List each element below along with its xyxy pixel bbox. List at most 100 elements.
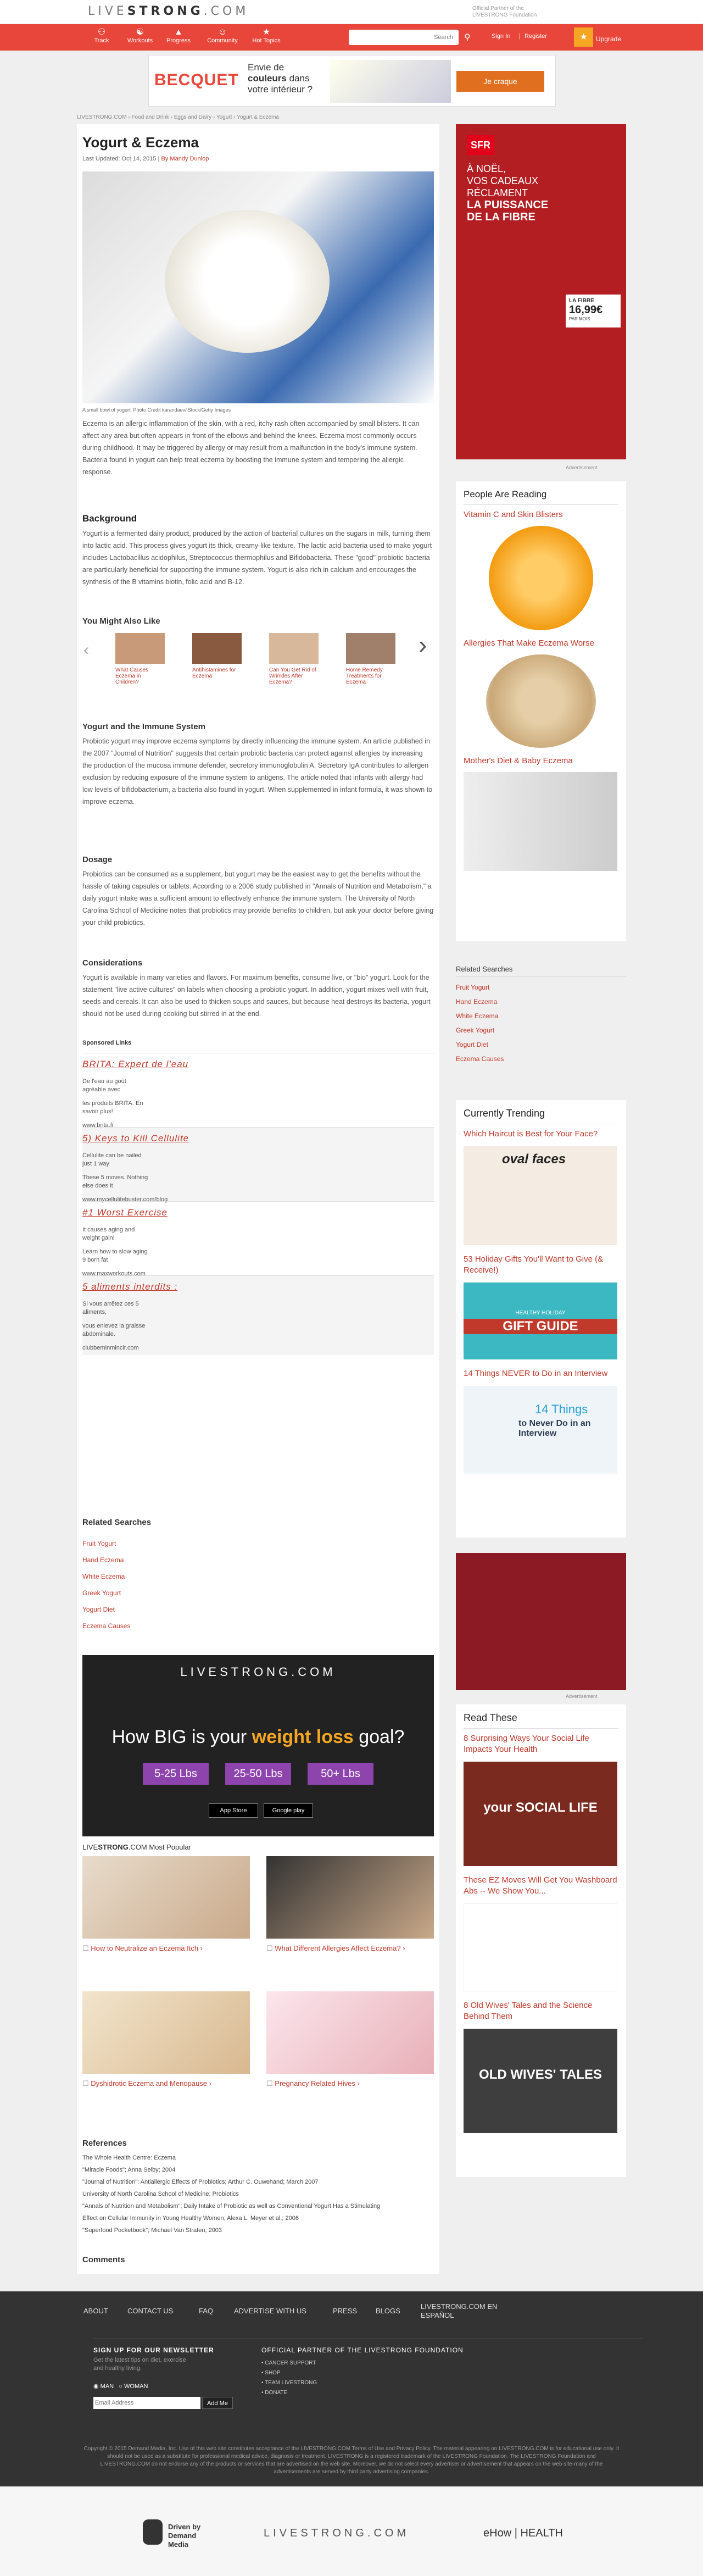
sponsored-ad[interactable]: BRITA: Expert de l'eau De l'eau au goût … xyxy=(82,1053,434,1129)
ehow-logo[interactable]: eHow | HEALTH xyxy=(483,2527,563,2540)
milk-image[interactable] xyxy=(464,772,617,871)
reading-link[interactable]: Mother's Diet & Baby Eczema xyxy=(464,756,618,767)
nav-workouts[interactable]: ☯ Workouts xyxy=(121,27,159,44)
promo-option[interactable]: 5-25 Lbs xyxy=(143,1763,209,1785)
carousel-image[interactable] xyxy=(192,633,242,664)
ad-title[interactable]: 5 aliments interdits : xyxy=(82,1281,434,1292)
trending-link[interactable]: 53 Holiday Gifts You'll Want to Give (& … xyxy=(464,1254,618,1276)
livestrong-footer-logo[interactable]: LIVESTRONG.COM xyxy=(264,2527,409,2540)
chevron-right-icon[interactable]: › xyxy=(419,630,427,659)
carousel-link[interactable]: Home Remedy Treatments for Eczema xyxy=(346,667,395,685)
popular-image[interactable] xyxy=(82,1991,250,2074)
breadcrumb-item[interactable]: LIVESTRONG.COM xyxy=(77,114,127,120)
foundation-link[interactable]: • DONATE xyxy=(261,2388,317,2398)
sponsored-ad[interactable]: 5) Keys to Kill Cellulite Cellulite can … xyxy=(82,1127,434,1203)
footer-link[interactable]: LIVESTRONG.COM EN ESPAÑOL xyxy=(421,2302,514,2320)
ad-title[interactable]: BRITA: Expert de l'eau xyxy=(82,1059,434,1070)
email-field[interactable] xyxy=(93,2397,200,2409)
footer-link[interactable]: ABOUT xyxy=(83,2307,108,2315)
related-search-link[interactable]: Fruit Yogurt xyxy=(456,980,626,995)
breadcrumb-item[interactable]: Yogurt xyxy=(216,114,232,120)
carousel-image[interactable] xyxy=(115,633,165,664)
read-link[interactable]: These EZ Moves Will Get You Washboard Ab… xyxy=(464,1875,618,1897)
promo-option[interactable]: 50+ Lbs xyxy=(308,1763,373,1785)
sidebar-ad-sfr[interactable]: SFR À NOËL, VOS CADEAUX RÉCLAMENT LA PUISSA… xyxy=(456,124,626,459)
gender-radio[interactable]: ◉ MAN ○ WOMAN xyxy=(93,2383,148,2390)
foundation-link[interactable]: • CANCER SUPPORT xyxy=(261,2358,317,2368)
register-link[interactable]: Register xyxy=(525,33,547,40)
interview-image[interactable]: 14 Things to Never Do in an Interview xyxy=(464,1386,617,1474)
footer-link[interactable]: ADVERTISE WITH US xyxy=(234,2307,306,2315)
popular-image[interactable] xyxy=(266,1856,434,1939)
footer-link[interactable]: FAQ xyxy=(199,2307,213,2315)
sidebar-ad-pattern[interactable] xyxy=(456,1553,626,1690)
related-search-link[interactable]: Greek Yogurt xyxy=(82,1585,434,1601)
related-search-link[interactable]: Yogurt Diet xyxy=(456,1037,626,1052)
sponsored-ad[interactable]: 5 aliments interdits : Si vous arrêtez c… xyxy=(82,1275,434,1355)
sponsored-ad[interactable]: #1 Worst Exercise It causes aging and we… xyxy=(82,1201,434,1277)
carousel-image[interactable] xyxy=(346,633,395,664)
reading-link[interactable]: Allergies That Make Eczema Worse xyxy=(464,638,618,649)
trending-link[interactable]: 14 Things NEVER to Do in an Interview xyxy=(464,1368,618,1379)
footer-link[interactable]: CONTACT US xyxy=(127,2307,173,2315)
ad-url[interactable]: clubbeminmincir.com xyxy=(82,1344,148,1352)
related-search-link[interactable]: White Eczema xyxy=(82,1568,434,1585)
footer-link[interactable]: BLOGS xyxy=(376,2307,400,2315)
trending-link[interactable]: Which Haircut is Best for Your Face? xyxy=(464,1129,618,1140)
related-search-link[interactable]: Fruit Yogurt xyxy=(82,1535,434,1552)
related-search-link[interactable]: Eczema Causes xyxy=(82,1618,434,1634)
orange-image[interactable] xyxy=(489,526,593,630)
breadcrumb-item[interactable]: Food and Drink xyxy=(131,114,169,120)
social-life-image[interactable]: your SOCIAL LIFE xyxy=(464,1762,617,1866)
foundation-link[interactable]: • SHOP xyxy=(261,2368,317,2378)
footer-link[interactable]: PRESS xyxy=(333,2307,357,2315)
related-search-link[interactable]: Eczema Causes xyxy=(456,1052,626,1066)
upgrade-icon[interactable]: ★ xyxy=(574,27,593,47)
search-icon[interactable]: ⚲ xyxy=(464,32,471,43)
read-link[interactable]: 8 Surprising Ways Your Social Life Impac… xyxy=(464,1733,618,1755)
peanuts-image[interactable] xyxy=(486,654,596,748)
search-input[interactable] xyxy=(349,30,459,45)
popular-link[interactable]: ☐ Pregnancy Related Hives › xyxy=(266,2079,360,2088)
old-wives-image[interactable]: OLD WIVES' TALES xyxy=(464,2029,617,2133)
popular-link[interactable]: ☐ What Different Allergies Affect Eczema… xyxy=(266,1944,431,1953)
abs-image[interactable] xyxy=(464,1903,617,1991)
top-banner-ad[interactable]: BECQUET Envie de couleurs dans votre intér… xyxy=(148,55,556,107)
nav-community[interactable]: ☺ Community xyxy=(203,27,242,44)
breadcrumb-item[interactable]: Eggs and Dairy xyxy=(174,114,211,120)
gift-guide-image[interactable]: HEALTHY HOLIDAY GIFT GUIDE xyxy=(464,1283,617,1359)
radio-icon[interactable]: ○ xyxy=(119,2383,122,2390)
promo-option[interactable]: 25-50 Lbs xyxy=(225,1763,291,1785)
app-store-button[interactable]: App Store xyxy=(209,1803,258,1818)
related-search-link[interactable]: Hand Eczema xyxy=(82,1552,434,1568)
nav-hot-topics[interactable]: ★ Hot Topics xyxy=(247,27,286,44)
ad-title[interactable]: #1 Worst Exercise xyxy=(82,1207,434,1218)
author-link[interactable]: By Mandy Dunlop xyxy=(161,156,209,162)
livestrong-logo[interactable]: LIVESTRONG.COM xyxy=(88,4,249,18)
ad-title[interactable]: 5) Keys to Kill Cellulite xyxy=(82,1133,434,1144)
carousel-link[interactable]: What Causes Eczema in Children? xyxy=(115,667,165,685)
carousel-image[interactable] xyxy=(269,633,319,664)
reading-link[interactable]: Vitamin C and Skin Blisters xyxy=(464,509,618,520)
weight-loss-promo[interactable]: LIVESTRONG.COM How BIG is your weight lo… xyxy=(82,1655,434,1836)
add-me-button[interactable]: Add Me xyxy=(202,2397,233,2409)
read-link[interactable]: 8 Old Wives' Tales and the Science Behin… xyxy=(464,2000,618,2022)
google-play-button[interactable]: Google play xyxy=(264,1803,313,1818)
upgrade-link[interactable]: Upgrade xyxy=(596,35,621,43)
demand-media-logo[interactable] xyxy=(143,2519,163,2545)
chevron-left-icon[interactable]: ‹ xyxy=(83,641,89,659)
radio-icon[interactable]: ◉ xyxy=(93,2383,99,2390)
popular-image[interactable] xyxy=(266,1991,434,2074)
related-search-link[interactable]: White Eczema xyxy=(456,1009,626,1023)
related-search-link[interactable]: Yogurt Diet xyxy=(82,1601,434,1618)
related-search-link[interactable]: Hand Eczema xyxy=(456,995,626,1009)
foundation-link[interactable]: • TEAM LIVESTRONG xyxy=(261,2378,317,2388)
popular-link[interactable]: ☐ How to Neutralize an Eczema Itch › xyxy=(82,1944,203,1953)
popular-image[interactable] xyxy=(82,1856,250,1939)
nav-track[interactable]: ⚇ Track xyxy=(82,27,121,44)
ad-button[interactable]: Je craque xyxy=(456,71,544,92)
popular-link[interactable]: ☐ Dyshidrotic Eczema and Menopause › xyxy=(82,2079,211,2088)
oval-faces-image[interactable]: oval faces xyxy=(464,1146,617,1245)
carousel-link[interactable]: Can You Get Rid of Wrinkles After Eczema… xyxy=(269,667,319,685)
related-search-link[interactable]: Greek Yogurt xyxy=(456,1023,626,1037)
